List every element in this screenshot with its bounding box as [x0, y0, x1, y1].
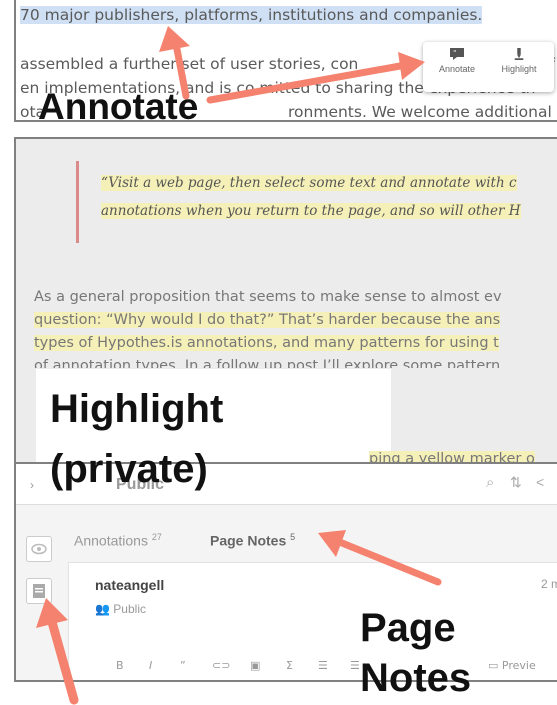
arrow-head	[36, 598, 68, 628]
arrow-head	[398, 52, 425, 80]
arrow-head	[159, 26, 190, 52]
arrow-to-page-notes-button	[47, 617, 79, 705]
annotation-arrows	[36, 26, 442, 705]
arrow-to-page-notes-tab	[338, 539, 442, 586]
arrow-to-selection	[172, 40, 190, 100]
arrow-to-annotate-button	[206, 62, 404, 104]
